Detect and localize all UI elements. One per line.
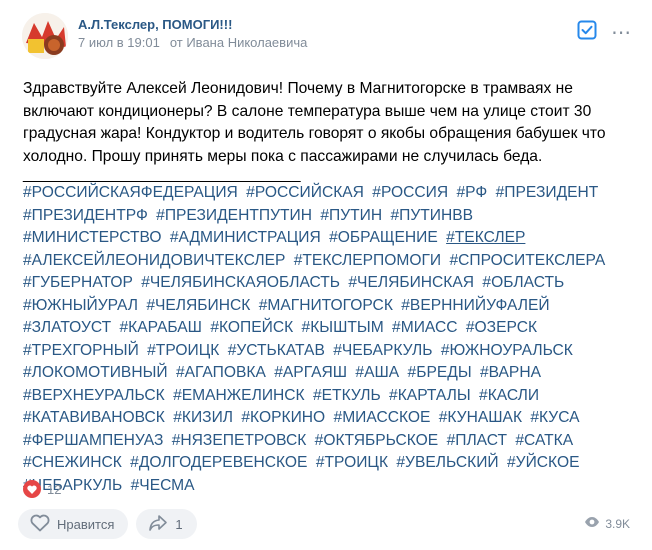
check-icon[interactable] bbox=[577, 20, 597, 45]
hashtag-link[interactable]: #ЧЕБАРКУЛЬ bbox=[333, 342, 432, 359]
hashtag-link[interactable]: #ПРЕЗИДЕНТПУТИН bbox=[156, 207, 312, 224]
hashtag-link[interactable]: #РОССИЙСКАЯФЕДЕРАЦИЯ bbox=[23, 184, 238, 201]
post-header: А.Л.Текслер, ПОМОГИ!!! 7 июл в 19:01 от … bbox=[22, 13, 632, 59]
post-text: Здравствуйте Алексей Леонидович! Почему … bbox=[23, 80, 606, 165]
hashtag-link[interactable]: #ЮЖНЫЙУРАЛ bbox=[23, 297, 138, 314]
hashtag-link[interactable]: #СНЕЖИНСК bbox=[23, 454, 122, 471]
hashtag-link[interactable]: #ЧЕЛЯБИНСКАЯ bbox=[348, 274, 474, 291]
hashtag-link[interactable]: #МАГНИТОГОРСК bbox=[259, 297, 393, 314]
hashtag-link[interactable]: #РФ bbox=[457, 184, 488, 201]
hashtag-link[interactable]: #АДМИНИСТРАЦИЯ bbox=[170, 229, 321, 246]
hashtag-link[interactable]: #УВЕЛЬСКИЙ bbox=[396, 454, 498, 471]
post-meta: 7 июл в 19:01 от Ивана Николаевича bbox=[78, 35, 307, 50]
hashtag-link[interactable]: #КАРТАЛЫ bbox=[389, 387, 471, 404]
share-icon bbox=[148, 514, 168, 535]
hashtag-link[interactable]: #ОБРАЩЕНИЕ bbox=[329, 229, 438, 246]
hashtag-list: #РОССИЙСКАЯФЕДЕРАЦИЯ #РОССИЙСКАЯ #РОССИЯ… bbox=[23, 182, 623, 497]
more-icon[interactable]: ⋯ bbox=[611, 23, 632, 43]
share-count: 1 bbox=[175, 516, 183, 532]
hashtag-link[interactable]: #НЯЗЕПЕТРОВСК bbox=[172, 432, 307, 449]
hashtag-link[interactable]: #УЙСКОЕ bbox=[507, 454, 580, 471]
hashtag-link[interactable]: #ВЕРННИЙУФАЛЕЙ bbox=[401, 297, 549, 314]
hashtag-link[interactable]: #БРЕДЫ bbox=[408, 364, 472, 381]
hashtag-link[interactable]: #ТРЕХГОРНЫЙ bbox=[23, 342, 139, 359]
hashtag-link[interactable]: #ПРЕЗИДЕНТ bbox=[496, 184, 599, 201]
post-body: Здравствуйте Алексей Леонидович! Почему … bbox=[23, 78, 623, 497]
hashtag-link[interactable]: #ЮЖНОУРАЛЬСК bbox=[441, 342, 573, 359]
hashtag-link[interactable]: #ТЕКСЛЕРПОМОГИ bbox=[294, 252, 441, 269]
hashtag-link[interactable]: #КАСЛИ bbox=[479, 387, 539, 404]
reaction-count: 12 bbox=[47, 481, 62, 497]
hashtag-link[interactable]: #КЫШТЫМ bbox=[302, 319, 384, 336]
post-source: от Ивана Николаевича bbox=[169, 35, 308, 50]
reactions-summary[interactable]: 12 bbox=[23, 480, 61, 498]
post-date[interactable]: 7 июл в 19:01 bbox=[78, 35, 160, 50]
post-actions: Нравится 1 bbox=[18, 509, 197, 539]
hashtag-link[interactable]: #КОРКИНО bbox=[241, 409, 325, 426]
hashtag-link[interactable]: #КОПЕЙСК bbox=[210, 319, 293, 336]
hashtag-link[interactable]: #ВЕРХНЕУРАЛЬСК bbox=[23, 387, 165, 404]
hashtag-link[interactable]: #ТРОИЦК bbox=[147, 342, 219, 359]
hashtag-link[interactable]: #САТКА bbox=[515, 432, 573, 449]
eye-icon bbox=[584, 516, 600, 531]
hashtag-link[interactable]: #МИАССКОЕ bbox=[334, 409, 431, 426]
hashtag-link[interactable]: #КАРАБАШ bbox=[119, 319, 202, 336]
hashtag-link[interactable]: #ЗЛАТОУСТ bbox=[23, 319, 111, 336]
hashtag-link[interactable]: #РОССИЙСКАЯ bbox=[246, 184, 364, 201]
hashtag-link[interactable]: #АЛЕКСЕЙЛЕОНИДОВИЧТЕКСЛЕР bbox=[23, 252, 285, 269]
hashtag-link[interactable]: #ЛОКОМОТИВНЫЙ bbox=[23, 364, 168, 381]
post-divider: ________________________________ bbox=[23, 166, 301, 183]
post-author[interactable]: А.Л.Текслер, ПОМОГИ!!! bbox=[78, 17, 232, 32]
hashtag-link[interactable]: #ЧЕЛЯБИНСК bbox=[146, 297, 250, 314]
hashtag-link[interactable]: #УСТЬКАТАВ bbox=[228, 342, 325, 359]
hashtag-link[interactable]: #РОССИЯ bbox=[372, 184, 448, 201]
hashtag-link[interactable]: #КИЗИЛ bbox=[173, 409, 233, 426]
avatar[interactable] bbox=[22, 13, 68, 59]
hashtag-link[interactable]: #ЕТКУЛЬ bbox=[313, 387, 381, 404]
views-count: 3.9K bbox=[605, 516, 630, 531]
hashtag-link[interactable]: #ПУТИН bbox=[320, 207, 382, 224]
hashtag-link[interactable]: #ЕМАНЖЕЛИНСК bbox=[173, 387, 305, 404]
hashtag-link[interactable]: #ОБЛАСТЬ bbox=[482, 274, 564, 291]
hashtag-link[interactable]: #ОЗЕРСК bbox=[466, 319, 537, 336]
hashtag-link[interactable]: #ДОЛГОДЕРЕВЕНСКОЕ bbox=[130, 454, 307, 471]
hashtag-link[interactable]: #ГУБЕРНАТОР bbox=[23, 274, 133, 291]
hashtag-link[interactable]: #АГАПОВКА bbox=[176, 364, 266, 381]
hashtag-link[interactable]: #ВАРНА bbox=[480, 364, 541, 381]
hashtag-link[interactable]: #ПЛАСТ bbox=[447, 432, 507, 449]
hashtag-link[interactable]: #КУСА bbox=[530, 409, 579, 426]
hashtag-link[interactable]: #ЧЕСМА bbox=[131, 477, 195, 494]
hashtag-link[interactable]: #ЧЕЛЯБИНСКАЯОБЛАСТЬ bbox=[141, 274, 340, 291]
hashtag-link[interactable]: #ФЕРШАМПЕНУАЗ bbox=[23, 432, 163, 449]
hashtag-link[interactable]: #МИАСС bbox=[392, 319, 457, 336]
heart-outline-icon bbox=[30, 514, 50, 535]
hashtag-link[interactable]: #ПУТИНВВ bbox=[390, 207, 473, 224]
hashtag-link[interactable]: #ОКТЯБРЬСКОЕ bbox=[315, 432, 439, 449]
heart-icon bbox=[23, 480, 41, 498]
hashtag-link[interactable]: #КУНАШАК bbox=[439, 409, 522, 426]
share-button[interactable]: 1 bbox=[136, 509, 197, 539]
hashtag-link[interactable]: #СПРОСИТЕКСЛЕРА bbox=[449, 252, 605, 269]
hashtag-link[interactable]: #ТЕКСЛЕР bbox=[446, 229, 525, 246]
hashtag-link[interactable]: #ПРЕЗИДЕНТРФ bbox=[23, 207, 148, 224]
hashtag-link[interactable]: #МИНИСТЕРСТВО bbox=[23, 229, 162, 246]
hashtag-link[interactable]: #КАТАВИВАНОВСК bbox=[23, 409, 165, 426]
hashtag-link[interactable]: #ТРОИЦК bbox=[316, 454, 388, 471]
like-label: Нравится bbox=[57, 516, 115, 532]
like-button[interactable]: Нравится bbox=[18, 509, 129, 539]
hashtag-link[interactable]: #АРГАЯШ bbox=[274, 364, 347, 381]
hashtag-link[interactable]: #АША bbox=[355, 364, 399, 381]
views-counter: 3.9K bbox=[584, 516, 630, 531]
